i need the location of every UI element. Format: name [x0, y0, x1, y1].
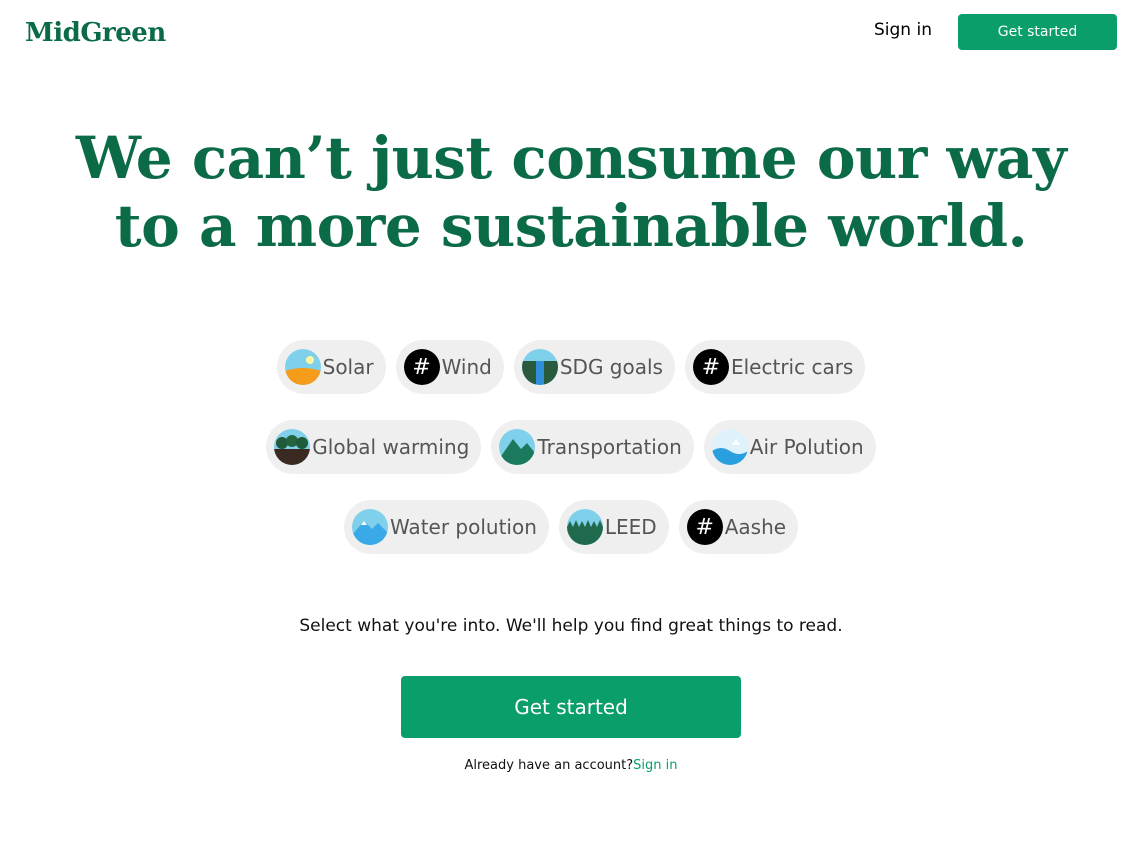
- get-started-button[interactable]: Get started: [401, 676, 741, 738]
- hashtag-icon: #: [692, 349, 729, 385]
- hero-line-2: to a more sustainable world.: [114, 192, 1028, 260]
- topic-label: Wind: [441, 355, 492, 379]
- topic-label: SDG goals: [559, 355, 663, 379]
- hashtag-icon: #: [403, 349, 440, 385]
- topic-label: Transportation: [537, 435, 682, 459]
- account-line: Already have an account?Sign in: [0, 758, 1142, 773]
- topic-row: Water polution LEED # Aashe: [0, 500, 1142, 554]
- mountain-icon: [499, 429, 536, 465]
- account-text: Already have an account?: [464, 758, 634, 773]
- topic-chip-transportation[interactable]: Transportation: [491, 420, 694, 474]
- hashtag-icon: #: [686, 509, 723, 545]
- topic-row: Solar # Wind SDG goals # Electric cars: [0, 340, 1142, 394]
- topic-label: Global warming: [312, 435, 470, 459]
- forest-icon: [566, 509, 603, 545]
- trees-icon: [274, 429, 311, 465]
- topic-label: Air Polution: [749, 435, 864, 459]
- topic-chip-solar[interactable]: Solar: [276, 340, 386, 394]
- topic-chip-aashe[interactable]: # Aashe: [678, 500, 799, 554]
- topic-label: LEED: [604, 515, 657, 539]
- topic-chip-global-warming[interactable]: Global warming: [266, 420, 482, 474]
- topic-label: Electric cars: [730, 355, 854, 379]
- hero-line-1: We can’t just consume our way: [75, 124, 1067, 192]
- waterfall-icon: [521, 349, 558, 385]
- solar-icon: [284, 349, 321, 385]
- topic-chip-leed[interactable]: LEED: [558, 500, 669, 554]
- topic-chip-sdg-goals[interactable]: SDG goals: [513, 340, 675, 394]
- topic-label: Aashe: [724, 515, 787, 539]
- topic-label: Solar: [322, 355, 374, 379]
- header-signin-link[interactable]: Sign in: [874, 20, 932, 40]
- topic-prompt: Select what you're into. We'll help you …: [299, 616, 843, 636]
- signin-link[interactable]: Sign in: [633, 758, 677, 773]
- hero-headline: We can’t just consume our way to a more …: [0, 124, 1142, 260]
- topic-chip-electric-cars[interactable]: # Electric cars: [684, 340, 866, 394]
- topic-chip-water-polution[interactable]: Water polution: [343, 500, 549, 554]
- topic-row: Global warming Transportation Air Poluti…: [0, 420, 1142, 474]
- header-get-started-button[interactable]: Get started: [958, 14, 1117, 50]
- topic-chip-wind[interactable]: # Wind: [395, 340, 504, 394]
- snow-mountain-icon: [351, 509, 388, 545]
- topic-chip-air-polution[interactable]: Air Polution: [703, 420, 876, 474]
- logo[interactable]: MidGreen: [25, 18, 166, 48]
- topic-label: Water polution: [389, 515, 537, 539]
- waves-icon: [711, 429, 748, 465]
- topic-chips: Solar # Wind SDG goals # Electric cars G…: [0, 340, 1142, 580]
